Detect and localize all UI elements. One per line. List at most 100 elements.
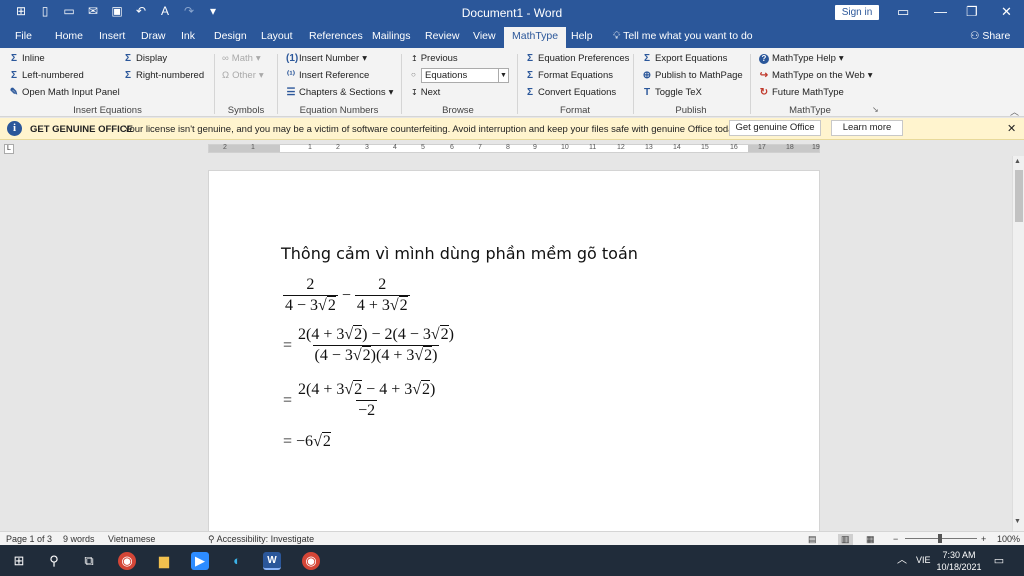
numerator: 2 xyxy=(306,276,315,293)
close-icon[interactable]: ✕ xyxy=(1007,122,1016,135)
system-clock[interactable]: 7:30 AM 10/18/2021 xyxy=(936,549,982,573)
ribbon-display-icon[interactable]: ▭ xyxy=(897,4,909,20)
chapters-sections-button[interactable]: ☰ Chapters & Sections ▾ xyxy=(286,87,394,98)
inline-button[interactable]: Σ Inline xyxy=(9,53,45,64)
tab-mailings[interactable]: Mailings xyxy=(372,30,411,42)
tab-design[interactable]: Design xyxy=(214,30,247,42)
export-equations-button[interactable]: Σ Export Equations xyxy=(642,53,727,64)
search-icon[interactable]: ⚲ xyxy=(45,552,63,570)
chrome-icon[interactable]: ◉ xyxy=(302,552,320,570)
vertical-scrollbar[interactable]: ▲ ▼ xyxy=(1012,156,1024,531)
accessibility-status[interactable]: ⚲ Accessibility: Investigate xyxy=(208,534,314,545)
equation-preferences-button[interactable]: Σ Equation Preferences xyxy=(525,53,629,64)
collapse-ribbon-icon[interactable]: ︿ xyxy=(1010,105,1019,118)
document-text-line[interactable]: Thông cảm vì mình dùng phần mềm gõ toán xyxy=(281,244,638,263)
insert-reference-button[interactable]: ⁽¹⁾ Insert Reference xyxy=(286,70,369,81)
tab-mathtype[interactable]: MathType xyxy=(504,27,567,48)
toggle-tex-button[interactable]: T Toggle TeX xyxy=(642,87,702,98)
open-folder-icon[interactable]: ▭ xyxy=(62,4,76,18)
scroll-up-icon[interactable]: ▲ xyxy=(1014,158,1021,165)
tab-ink[interactable]: Ink xyxy=(181,30,195,42)
web-layout-icon[interactable]: ▦ xyxy=(866,534,875,545)
document-canvas[interactable]: Thông cảm vì mình dùng phần mềm gõ toán … xyxy=(0,156,1012,531)
word-count[interactable]: 9 words xyxy=(63,534,95,544)
share-button[interactable]: ⚇ Share xyxy=(970,30,1010,42)
customize-qat-icon[interactable]: ▾ xyxy=(206,4,220,18)
omega-icon: Ω xyxy=(222,70,230,81)
minimize-icon[interactable]: — xyxy=(934,4,947,19)
font-color-icon[interactable]: A xyxy=(158,4,172,18)
zoom-in-icon[interactable]: + xyxy=(981,534,986,544)
future-mathtype-button[interactable]: ↻ Future MathType xyxy=(759,87,844,98)
zoom-level[interactable]: 100% xyxy=(997,534,1020,544)
zoom-app-icon[interactable]: ▶ xyxy=(191,552,209,570)
mail-icon[interactable]: ✉ xyxy=(86,4,100,18)
sign-in-button[interactable]: Sign in xyxy=(835,5,879,20)
document-page[interactable]: Thông cảm vì mình dùng phần mềm gõ toán … xyxy=(208,170,820,531)
left-numbered-button[interactable]: Σ Left-numbered xyxy=(9,70,84,81)
focus-mode-icon[interactable]: ▤ xyxy=(808,534,817,545)
chrome-icon[interactable]: ◉ xyxy=(118,552,136,570)
get-genuine-office-button[interactable]: Get genuine Office xyxy=(729,120,821,136)
num-part: 2(4 + 3 xyxy=(298,326,345,343)
page-count[interactable]: Page 1 of 3 xyxy=(6,534,52,544)
next-button[interactable]: ↧ Next xyxy=(411,87,440,98)
tab-file[interactable]: File xyxy=(15,30,32,42)
new-document-icon[interactable]: ▯ xyxy=(38,4,52,18)
horizontal-ruler[interactable]: 2 1 1 2 3 4 5 6 7 8 9 10 11 12 13 14 15 … xyxy=(208,144,820,153)
tab-draw[interactable]: Draw xyxy=(141,30,166,42)
file-explorer-icon[interactable]: ▆ xyxy=(155,552,173,570)
other-symbols-button[interactable]: Ω Other ▾ xyxy=(222,70,264,81)
word-app-icon[interactable]: W xyxy=(263,552,281,570)
tab-help[interactable]: Help xyxy=(571,30,593,42)
equation-4[interactable]: = −6 √2 xyxy=(283,432,331,451)
chevron-down-icon[interactable]: ▼ xyxy=(498,69,508,82)
tab-insert[interactable]: Insert xyxy=(99,30,125,42)
open-math-input-panel-button[interactable]: ✎ Open Math Input Panel xyxy=(9,87,120,98)
dialog-launcher-icon[interactable]: ↘ xyxy=(872,105,879,114)
save-icon[interactable]: ▣ xyxy=(110,4,124,18)
den-part: (4 − 3 xyxy=(314,347,353,364)
mathtype-web-button[interactable]: ↪ MathType on the Web ▾ xyxy=(759,70,873,81)
scroll-down-icon[interactable]: ▼ xyxy=(1014,518,1021,525)
tab-review[interactable]: Review xyxy=(425,30,459,42)
equation-2[interactable]: = 2(4 + 3√2) − 2(4 − 3√2) (4 − 3√2)(4 + … xyxy=(283,325,456,365)
publish-mathpage-button[interactable]: ⊕ Publish to MathPage xyxy=(642,70,743,81)
num-part: − 4 + 3 xyxy=(362,381,413,398)
task-view-icon[interactable]: ⧉ xyxy=(80,552,98,570)
restore-icon[interactable]: ❐ xyxy=(966,4,978,20)
tab-layout[interactable]: Layout xyxy=(261,30,293,42)
print-layout-icon[interactable]: ▥ xyxy=(838,534,853,545)
right-numbered-button[interactable]: Σ Right-numbered xyxy=(123,70,204,81)
redo-icon[interactable]: ↷ xyxy=(182,4,196,18)
notifications-icon[interactable]: ▭ xyxy=(990,552,1008,570)
chevron-down-icon: ▾ xyxy=(255,53,261,64)
undo-icon[interactable]: ↶ xyxy=(134,4,148,18)
proofing-language[interactable]: Vietnamese xyxy=(108,534,155,544)
equation-1[interactable]: 2 4 − 3√2 − 2 4 + 3√2 xyxy=(283,276,410,315)
tell-me-search[interactable]: 💡︎ Tell me what you want to do xyxy=(613,30,753,43)
zoom-out-icon[interactable]: − xyxy=(893,534,898,544)
zoom-slider-thumb[interactable] xyxy=(938,534,942,543)
previous-button[interactable]: ↥ Previous xyxy=(411,53,458,64)
math-symbols-button[interactable]: ∞ Math ▾ xyxy=(222,53,261,64)
tab-view[interactable]: View xyxy=(473,30,496,42)
format-equations-button[interactable]: Σ Format Equations xyxy=(525,70,613,81)
display-button[interactable]: Σ Display xyxy=(123,53,167,64)
show-hidden-icons-icon[interactable]: ︿ xyxy=(893,552,911,570)
tab-selector[interactable]: L xyxy=(4,144,14,154)
scroll-thumb[interactable] xyxy=(1015,170,1023,222)
convert-equations-button[interactable]: Σ Convert Equations xyxy=(525,87,616,98)
mathtype-help-button[interactable]: ? MathType Help ▾ xyxy=(759,53,844,64)
windows-start-icon[interactable]: ⊞ xyxy=(10,552,28,570)
browse-type-combobox[interactable]: Equations ▼ xyxy=(421,68,509,83)
input-language[interactable]: VIE xyxy=(916,555,931,565)
insert-number-button[interactable]: (1) Insert Number ▾ xyxy=(286,53,367,64)
close-icon[interactable]: ✕ xyxy=(1001,4,1012,20)
tab-home[interactable]: Home xyxy=(55,30,83,42)
tab-references[interactable]: References xyxy=(309,30,363,42)
autosave-icon[interactable]: ⊞ xyxy=(14,4,28,18)
equation-3[interactable]: = 2(4 + 3√2 − 4 + 3√2) −2 xyxy=(283,380,437,420)
edge-icon[interactable]: ◐ xyxy=(228,552,246,570)
learn-more-button[interactable]: Learn more xyxy=(831,120,903,136)
